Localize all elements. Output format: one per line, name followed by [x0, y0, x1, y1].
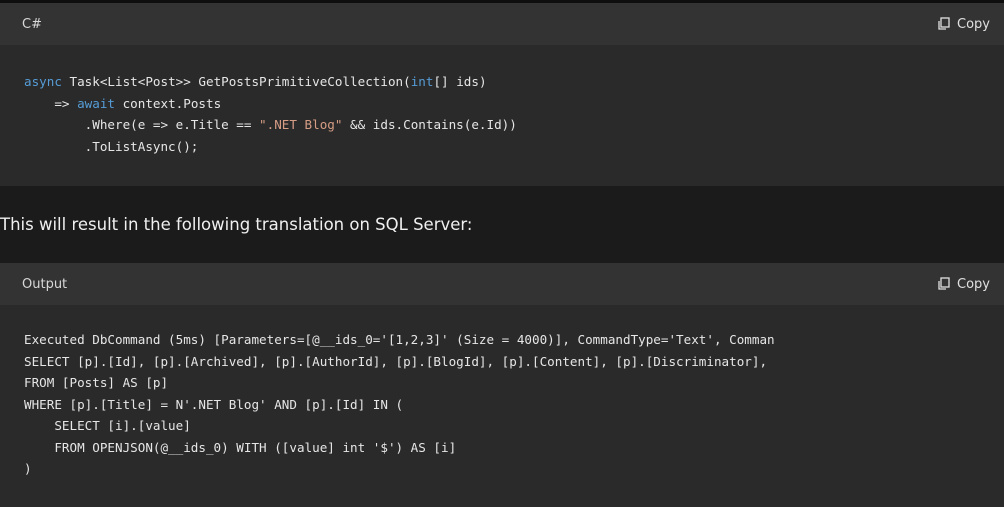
keyword: int — [410, 74, 434, 89]
copy-label: Copy — [957, 16, 990, 32]
code-text: => — [24, 95, 78, 111]
copy-icon — [938, 17, 950, 30]
copy-icon — [938, 277, 950, 290]
keyword: await — [77, 95, 115, 111]
code-header: C# Copy — [0, 3, 1004, 45]
copy-button[interactable]: Copy — [937, 277, 990, 292]
code-block-csharp: C# Copy async Task<List<Post>> GetPostsP… — [0, 0, 1004, 186]
copy-label: Copy — [957, 276, 990, 292]
string-literal: ".NET Blog" — [259, 117, 343, 132]
code-line: ) — [24, 461, 32, 476]
code-line: FROM [Posts] AS [p] — [24, 375, 169, 390]
code-text: && ids.Contains(e.Id)) — [342, 117, 517, 132]
code-text: context.Posts — [115, 95, 222, 111]
language-label: Output — [22, 276, 68, 292]
code-content: Executed DbCommand (5ms) [Parameters=[@_… — [0, 305, 1004, 480]
code-content: async Task<List<Post>> GetPostsPrimitive… — [0, 45, 1004, 157]
prose-paragraph: This will result in the following transl… — [0, 215, 473, 234]
code-text: .Where(e => e.Title == — [24, 117, 260, 132]
code-line: Executed DbCommand (5ms) [Parameters=[@_… — [24, 332, 775, 347]
code-header: Output Copy — [0, 263, 1004, 305]
code-text: [] ids) — [433, 74, 487, 89]
code-line: FROM OPENJSON(@__ids_0) WITH ([value] in… — [24, 439, 457, 455]
code-text: .ToListAsync(); — [24, 138, 199, 154]
code-text: Task<List<Post>> GetPostsPrimitiveCollec… — [61, 74, 411, 89]
code-block-output: Output Copy Executed DbCommand (5ms) [Pa… — [0, 263, 1004, 507]
copy-button[interactable]: Copy — [937, 17, 990, 32]
code-line: SELECT [i].[value] — [24, 418, 191, 433]
code-line: SELECT [p].[Id], [p].[Archived], [p].[Au… — [24, 353, 768, 369]
language-label: C# — [22, 16, 42, 32]
keyword: async — [24, 74, 62, 89]
code-line: WHERE [p].[Title] = N'.NET Blog' AND [p]… — [24, 396, 404, 412]
